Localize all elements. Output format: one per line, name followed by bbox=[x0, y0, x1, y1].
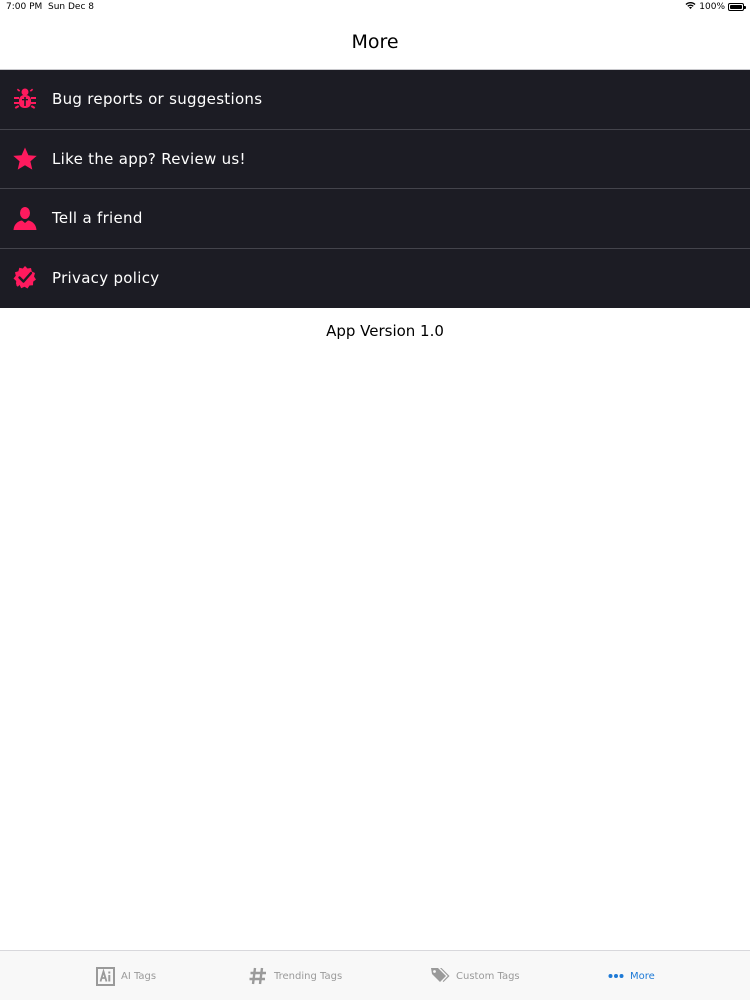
battery-icon bbox=[728, 3, 746, 11]
menu-item-tell-friend[interactable]: Tell a friend bbox=[0, 189, 750, 249]
tab-trending-tags[interactable]: Trending Tags bbox=[248, 951, 342, 1000]
status-bar: 7:00 PM Sun Dec 8 100% bbox=[0, 0, 750, 15]
app-root: 7:00 PM Sun Dec 8 100% More Bug reports … bbox=[0, 0, 750, 1000]
menu-item-label: Privacy policy bbox=[52, 269, 160, 288]
app-version: App Version 1.0 bbox=[326, 322, 444, 340]
star-icon bbox=[11, 145, 39, 173]
menu-item-label: Tell a friend bbox=[52, 209, 143, 228]
menu-item-privacy-policy[interactable]: Privacy policy bbox=[0, 249, 750, 309]
navigation-bar: More bbox=[0, 15, 750, 70]
ai-icon bbox=[96, 966, 115, 986]
wifi-icon bbox=[685, 1, 696, 13]
tab-more[interactable]: More bbox=[608, 951, 655, 1000]
hashtag-icon bbox=[248, 966, 268, 986]
tags-icon bbox=[430, 967, 450, 985]
menu-item-label: Bug reports or suggestions bbox=[52, 90, 263, 109]
tab-custom-tags[interactable]: Custom Tags bbox=[430, 951, 520, 1000]
menu-item-label: Like the app? Review us! bbox=[52, 149, 246, 168]
status-date: Sun Dec 8 bbox=[48, 2, 94, 12]
menu-list: Bug reports or suggestions Like the app?… bbox=[0, 70, 750, 308]
status-time: 7:00 PM bbox=[6, 2, 43, 12]
menu-item-bug-reports[interactable]: Bug reports or suggestions bbox=[0, 70, 750, 130]
more-dots-icon bbox=[608, 973, 624, 979]
tab-ai-tags[interactable]: AI Tags bbox=[96, 951, 156, 1000]
bug-icon bbox=[11, 85, 39, 113]
tab-bar: AI Tags Trending Tags Custom Tags More bbox=[0, 950, 750, 1000]
battery-percent: 100% bbox=[699, 2, 725, 12]
status-right: 100% bbox=[685, 1, 746, 13]
person-icon bbox=[11, 204, 39, 232]
tab-label: Custom Tags bbox=[456, 970, 520, 982]
tab-label: More bbox=[630, 970, 655, 982]
page-title: More bbox=[351, 31, 399, 53]
tab-label: AI Tags bbox=[121, 970, 157, 982]
shield-check-icon bbox=[11, 264, 39, 292]
tab-label: Trending Tags bbox=[274, 970, 343, 982]
menu-item-review[interactable]: Like the app? Review us! bbox=[0, 130, 750, 189]
